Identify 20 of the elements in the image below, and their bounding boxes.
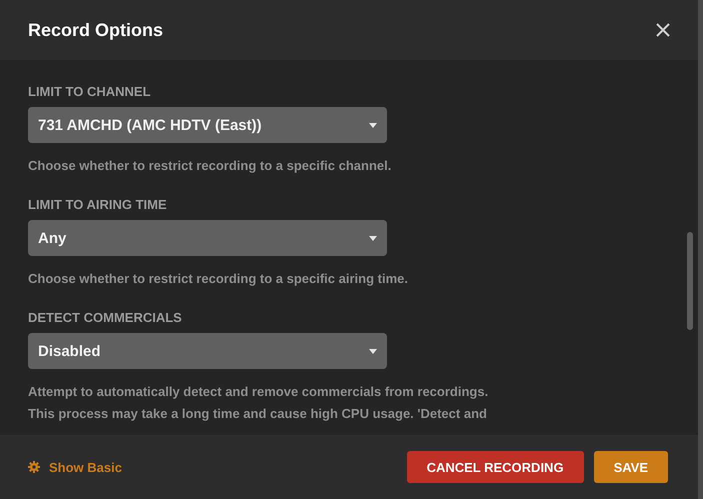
caret-icon [369, 236, 377, 240]
field-label: LIMIT TO CHANNEL [28, 84, 152, 99]
dropdown[interactable]: 731 AMCHD (AMC HDTV (East)) [28, 107, 387, 143]
caret-icon [369, 122, 377, 128]
hint-text: Choose whether to restrict recording to a specific channel. [28, 157, 392, 175]
gear-icon [28, 461, 40, 473]
hint-text: Attempt to automatically detect and remove commercials from recordings. [28, 383, 490, 401]
cancel-recording-button[interactable]: CANCEL RECORDING [406, 451, 584, 483]
scrollbar[interactable] [687, 232, 693, 330]
dropdown[interactable]: Disabled [28, 333, 387, 369]
close-icon[interactable] [655, 22, 671, 38]
field-label: DETECT COMMERCIALS [28, 310, 183, 325]
show-basic-link[interactable]: Show Basic [28, 460, 122, 474]
dropdown[interactable]: Any [28, 220, 387, 256]
caret-icon [369, 348, 377, 354]
hint-text: This process may take a long time and cause high CPU usage. 'Detect and [28, 405, 488, 423]
hint-text: Choose whether to restrict recording to a specific airing time. [28, 270, 409, 288]
field-label: LIMIT TO AIRING TIME [28, 197, 168, 212]
window-title: Record Options [28, 20, 164, 40]
save-button[interactable]: SAVE [594, 451, 668, 483]
